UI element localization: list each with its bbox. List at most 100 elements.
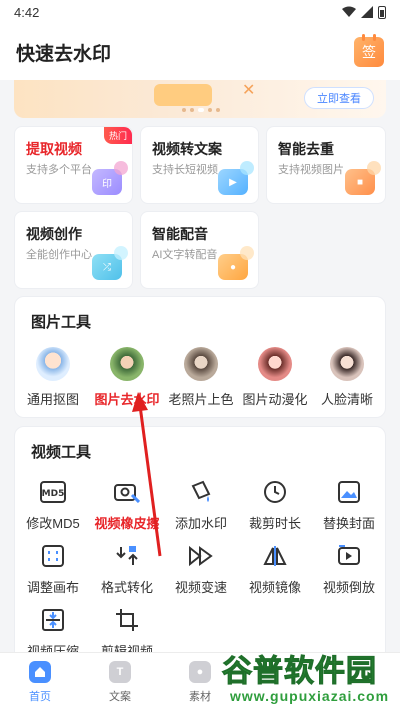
image-tools-panel: 图片工具 通用抠图 图片去水印 老照片上色 图片动漫化 人脸清晰 xyxy=(14,296,386,418)
bucket-icon xyxy=(188,479,214,505)
tool-image-watermark-removal[interactable]: 图片去水印 xyxy=(89,347,165,408)
play-icon: ▶ xyxy=(218,161,254,195)
card-title: 智能配音 xyxy=(152,226,208,242)
wifi-icon xyxy=(342,6,356,17)
tool-label: 人脸清晰 xyxy=(320,392,373,407)
colorize-thumbnail xyxy=(184,347,218,381)
banner-pager xyxy=(182,108,220,112)
tool-label: 修改MD5 xyxy=(26,516,80,531)
tool-colorize-photo[interactable]: 老照片上色 xyxy=(163,347,239,408)
tool-label: 裁剪时长 xyxy=(248,516,301,531)
clock-icon xyxy=(262,479,288,505)
tool-label: 添加水印 xyxy=(174,516,227,531)
status-bar: 4:42 xyxy=(0,0,400,24)
sign-in-label: 签 xyxy=(362,44,376,60)
image-icon xyxy=(336,479,362,505)
tab-label: 素材 xyxy=(189,691,211,703)
tool-face-enhance[interactable]: 人脸清晰 xyxy=(309,347,385,408)
video-tools-panel: 视频工具 MD5 修改MD5 视频橡皮擦 添加水印 裁剪时长 替换封面 调整画布… xyxy=(14,426,386,666)
tab-copywriting[interactable]: T 文案 xyxy=(90,661,150,704)
page-title: 快速去水印 xyxy=(16,43,112,65)
anime-thumbnail xyxy=(258,347,292,381)
eraser-icon xyxy=(114,479,140,505)
section-title: 视频工具 xyxy=(31,444,92,461)
tool-trim-duration[interactable]: 裁剪时长 xyxy=(238,479,312,532)
card-title: 提取视频 xyxy=(26,141,82,157)
face-enhance-thumbnail xyxy=(330,347,364,381)
tool-modify-md5[interactable]: MD5 修改MD5 xyxy=(16,479,90,532)
tool-label: 通用抠图 xyxy=(26,392,79,407)
site-watermark: 谷普软件园 www.gupuxiazai.com xyxy=(222,646,400,712)
tool-anime-style[interactable]: 图片动漫化 xyxy=(237,347,313,408)
tool-adjust-canvas[interactable]: 调整画布 xyxy=(16,543,90,596)
canvas-icon xyxy=(40,543,66,569)
mirror-icon xyxy=(262,543,288,569)
tab-home[interactable]: 首页 xyxy=(10,661,70,704)
home-icon xyxy=(29,661,51,683)
card-smart-dubbing[interactable]: 智能配音 AI文字转配音 ● xyxy=(140,211,259,289)
tool-cutout[interactable]: 通用抠图 xyxy=(15,347,91,408)
tool-video-eraser[interactable]: 视频橡皮擦 xyxy=(90,479,164,532)
card-subtitle: 支持多个平台 xyxy=(26,164,92,176)
svg-text:MD5: MD5 xyxy=(42,489,65,499)
convert-icon xyxy=(114,543,140,569)
card-extract-video[interactable]: 提取视频 支持多个平台 热门 印 xyxy=(14,126,133,204)
tab-materials[interactable]: ● 素材 xyxy=(170,661,230,704)
app-header: 快速去水印 签 xyxy=(0,24,400,80)
tool-label: 视频镜像 xyxy=(248,580,301,595)
card-title: 视频创作 xyxy=(26,226,82,242)
compress-icon xyxy=(40,607,66,633)
tool-video-mirror[interactable]: 视频镜像 xyxy=(238,543,312,596)
hot-badge: 热门 xyxy=(103,127,132,144)
cutout-thumbnail xyxy=(36,347,70,381)
card-video-creation[interactable]: 视频创作 全能创作中心 ⤮ xyxy=(14,211,133,289)
card-title: 视频转文案 xyxy=(152,141,222,157)
section-title: 图片工具 xyxy=(31,314,92,331)
sign-in-button[interactable]: 签 xyxy=(354,34,384,67)
tool-label: 调整画布 xyxy=(26,580,79,595)
watermark-brand: 谷普软件园 xyxy=(222,654,377,690)
mic-icon: ● xyxy=(218,246,254,280)
card-subtitle: AI文字转配音 xyxy=(152,249,218,261)
stack-icon: ■ xyxy=(345,161,381,195)
reverse-icon xyxy=(336,543,362,569)
tool-video-reverse[interactable]: 视频倒放 xyxy=(312,543,386,596)
battery-icon xyxy=(378,5,386,19)
crop-icon xyxy=(114,607,140,633)
banner-chat-bubble-graphic xyxy=(154,84,212,106)
promo-banner[interactable]: ✕ 立即查看 xyxy=(14,80,386,118)
watermark-url: www.gupuxiazai.com xyxy=(230,688,390,704)
tool-label: 图片去水印 xyxy=(94,392,160,407)
tool-video-speed[interactable]: 视频变速 xyxy=(164,543,238,596)
tool-add-watermark[interactable]: 添加水印 xyxy=(164,479,238,532)
watermark-removal-thumbnail xyxy=(110,347,144,381)
speed-icon xyxy=(188,543,214,569)
banner-cta-button[interactable]: 立即查看 xyxy=(304,87,374,109)
text-icon: T xyxy=(109,661,131,683)
tool-label: 替换封面 xyxy=(322,516,375,531)
banner-sparkle-icon: ✕ xyxy=(242,82,256,99)
status-icons xyxy=(342,5,386,19)
card-video-to-text[interactable]: 视频转文案 支持长短视频 ▶ xyxy=(140,126,259,204)
tool-replace-cover[interactable]: 替换封面 xyxy=(312,479,386,532)
tool-label: 格式转化 xyxy=(100,580,153,595)
tool-label: 老照片上色 xyxy=(168,392,234,407)
tab-label: 文案 xyxy=(109,691,131,703)
stamp-icon: 印 xyxy=(92,161,128,195)
card-smart-dedupe[interactable]: 智能去重 支持视频图片 ■ xyxy=(266,126,386,204)
card-subtitle: 全能创作中心 xyxy=(26,249,92,261)
md5-icon: MD5 xyxy=(40,479,66,505)
signal-icon xyxy=(361,6,373,18)
card-subtitle: 支持长短视频 xyxy=(152,164,218,176)
tool-label: 视频变速 xyxy=(174,580,227,595)
card-title: 智能去重 xyxy=(278,141,334,157)
flame-icon: ● xyxy=(189,661,211,683)
card-subtitle: 支持视频图片 xyxy=(278,164,344,176)
tool-label: 视频倒放 xyxy=(322,580,375,595)
tab-label: 首页 xyxy=(29,691,51,703)
shuffle-icon: ⤮ xyxy=(92,246,128,280)
tool-format-convert[interactable]: 格式转化 xyxy=(90,543,164,596)
status-time: 4:42 xyxy=(14,4,40,20)
tool-label: 视频橡皮擦 xyxy=(94,516,160,531)
tool-label: 图片动漫化 xyxy=(242,392,308,407)
